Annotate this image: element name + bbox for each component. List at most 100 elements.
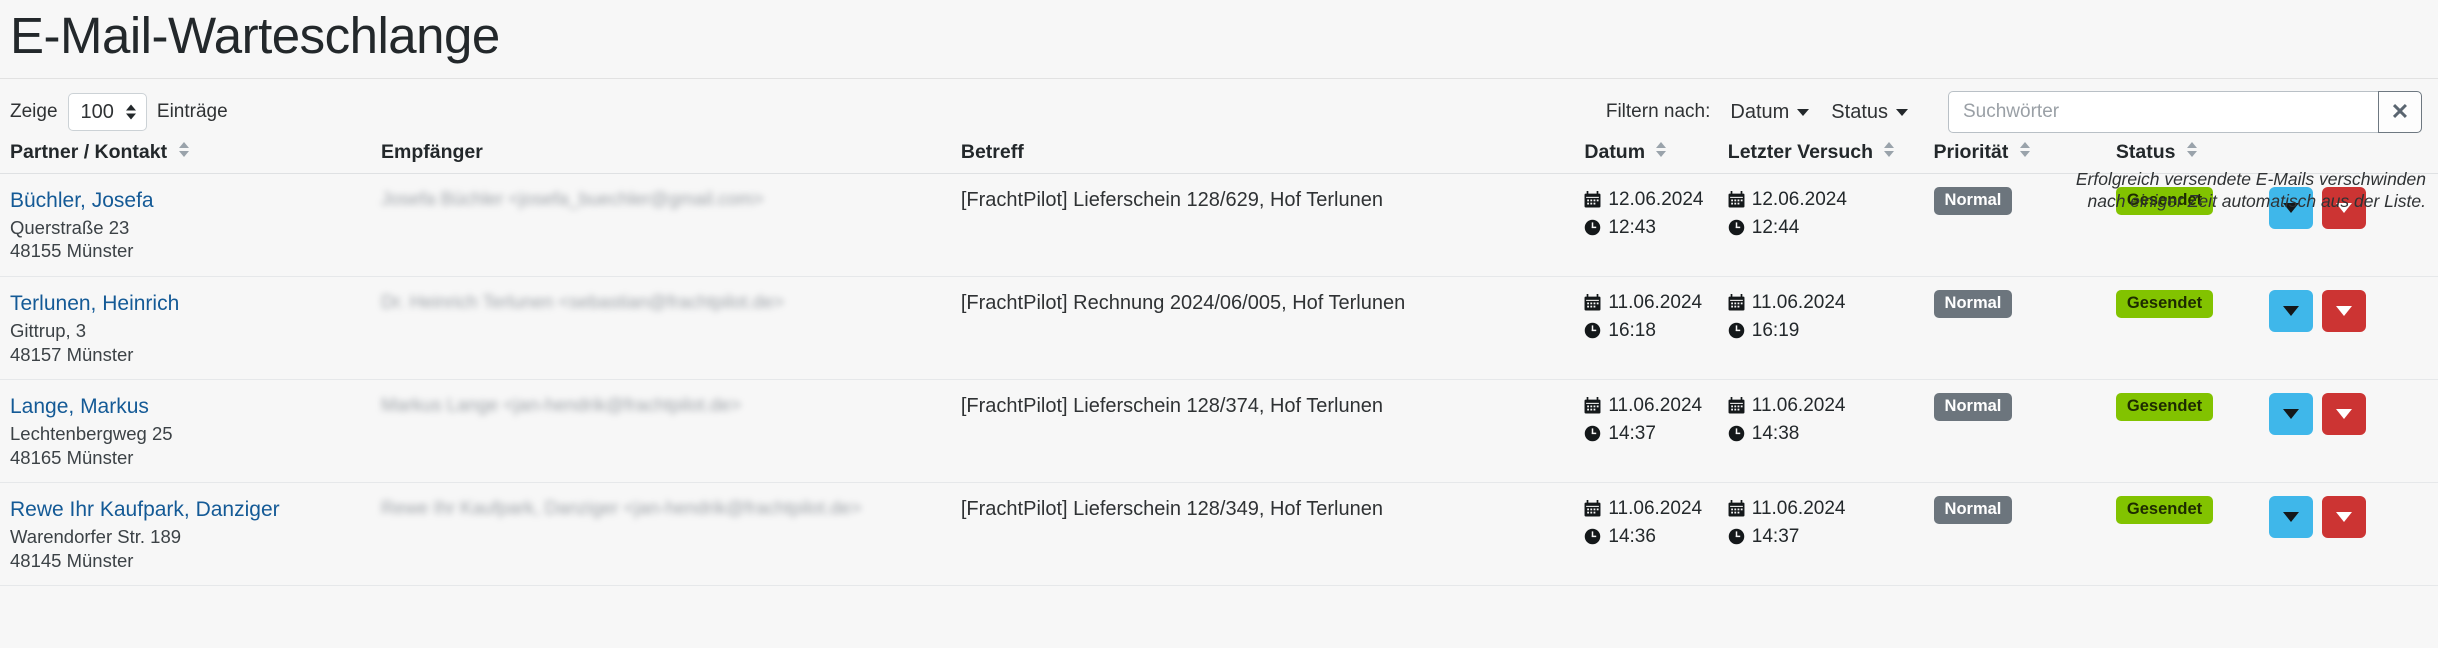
date-value: 11.06.2024 (1608, 292, 1703, 314)
time-value: 16:18 (1608, 320, 1656, 342)
filter-by-label: Filtern nach: (1605, 101, 1711, 123)
clock-icon (1584, 219, 1601, 236)
chevron-down-icon (2335, 512, 2352, 523)
cell-status: Gesendet (2105, 379, 2259, 484)
row-delete-dropdown-button[interactable] (2321, 393, 2366, 436)
recipient-address: Rewe Ihr Kaufpark, Danziger <jan-hendrik… (381, 497, 862, 519)
date-line: 12.06.2024 (1584, 187, 1711, 212)
date-value: 12.06.2024 (1608, 189, 1704, 211)
row-detail-dropdown-button[interactable] (2268, 290, 2313, 333)
contact-name-link[interactable]: Rewe Ihr Kaufpark, Danziger (10, 496, 365, 524)
col-header-partner[interactable]: Partner / Kontakt (0, 141, 371, 175)
page-title: E-Mail-Warteschlange (10, 7, 500, 64)
filter-date-dropdown[interactable]: Datum (1728, 99, 1811, 126)
cell-status: Gesendet (2105, 276, 2259, 381)
cell-recipient: Markus Lange <jan-hendrik@frachtpilot.de… (371, 379, 951, 484)
col-header-last-attempt[interactable]: Letzter Versuch (1717, 141, 1924, 175)
contact-city: 48145 Münster (10, 549, 134, 571)
status-badge: Gesendet (2115, 393, 2214, 421)
row-delete-dropdown-button[interactable] (2321, 290, 2366, 333)
last-time-value: 16:19 (1751, 320, 1800, 342)
table-controls: Zeige 100 Einträge Filtern nach: Datum S… (0, 79, 2438, 141)
priority-badge: Normal (1933, 496, 2013, 524)
contact-name-link[interactable]: Terlunen, Heinrich (10, 290, 365, 318)
last-time-line: 14:38 (1728, 421, 1918, 446)
search-input[interactable] (1948, 91, 2378, 134)
recipient-address: Markus Lange <jan-hendrik@frachtpilot.de… (381, 394, 742, 416)
table-row: Lange, Markus Lechtenbergweg 25 48165 Mü… (0, 379, 2438, 484)
calendar-icon (1728, 397, 1745, 414)
col-header-date-label: Datum (1584, 141, 1646, 164)
col-header-partner-label: Partner / Kontakt (10, 141, 168, 164)
stepper-arrows-icon (125, 104, 136, 120)
date-line: 11.06.2024 (1584, 496, 1711, 521)
last-date-value: 11.06.2024 (1751, 395, 1846, 417)
cell-last-attempt: 11.06.2024 14:38 (1717, 379, 1924, 484)
cell-partner: Terlunen, Heinrich Gittrup, 3 48157 Müns… (0, 276, 371, 381)
email-subject: [FrachtPilot] Rechnung 2024/06/005, Hof … (960, 292, 1406, 315)
chevron-down-icon (2282, 306, 2299, 317)
last-date-value: 11.06.2024 (1751, 498, 1846, 520)
contact-street: Querstraße 23 (10, 216, 130, 238)
entries-label: Einträge (156, 101, 228, 123)
cell-last-attempt: 11.06.2024 14:37 (1717, 482, 1924, 587)
last-time-line: 16:19 (1728, 318, 1918, 343)
date-value: 11.06.2024 (1608, 498, 1703, 520)
col-header-priority-label: Priorität (1933, 141, 2009, 164)
priority-badge: Normal (1933, 187, 2013, 215)
show-label: Zeige (10, 101, 58, 123)
contact-street: Lechtenbergweg 25 (10, 422, 173, 444)
cell-partner: Rewe Ihr Kaufpark, Danziger Warendorfer … (0, 482, 371, 587)
cell-subject: [FrachtPilot] Lieferschein 128/374, Hof … (950, 379, 1575, 484)
clock-icon (1728, 219, 1745, 236)
date-line: 11.06.2024 (1584, 290, 1711, 315)
clock-icon (1728, 322, 1745, 339)
email-queue-page: E-Mail-Warteschlange Zeige 100 Einträge … (0, 0, 2438, 648)
last-date-value: 12.06.2024 (1751, 189, 1847, 211)
calendar-icon (1584, 294, 1601, 311)
cell-status: Gesendet (2105, 482, 2259, 587)
calendar-icon (1584, 500, 1601, 517)
chevron-down-icon (2282, 409, 2299, 420)
last-date-value: 11.06.2024 (1751, 292, 1846, 314)
sort-icon (2186, 142, 2197, 158)
contact-city: 48155 Münster (10, 240, 134, 262)
row-actions (2268, 496, 2432, 539)
row-detail-dropdown-button[interactable] (2268, 393, 2313, 436)
clock-icon (1728, 528, 1745, 545)
clock-icon (1584, 425, 1601, 442)
sort-icon (1884, 142, 1895, 158)
last-date-line: 11.06.2024 (1728, 393, 1918, 418)
calendar-icon (1584, 191, 1601, 208)
clear-search-button[interactable]: ✕ (2378, 91, 2422, 134)
page-length-control: Zeige 100 Einträge (10, 93, 228, 132)
table-body: Büchler, Josefa Querstraße 23 48155 Müns… (0, 173, 2438, 587)
contact-street: Gittrup, 3 (10, 319, 87, 341)
row-detail-dropdown-button[interactable] (2268, 496, 2313, 539)
row-actions (2268, 290, 2432, 333)
email-subject: [FrachtPilot] Lieferschein 128/374, Hof … (960, 395, 1383, 418)
last-date-line: 12.06.2024 (1728, 187, 1918, 212)
chevron-down-icon (2335, 409, 2352, 420)
table-row: Terlunen, Heinrich Gittrup, 3 48157 Müns… (0, 276, 2438, 381)
cell-date: 12.06.2024 12:43 (1574, 173, 1718, 278)
queue-auto-remove-note: Erfolgreich versendete E-Mails verschwin… (2075, 169, 2426, 212)
priority-badge: Normal (1933, 393, 2013, 421)
chevron-down-icon (1896, 108, 1908, 116)
last-time-line: 12:44 (1728, 215, 1918, 240)
last-time-value: 14:38 (1751, 423, 1800, 445)
row-delete-dropdown-button[interactable] (2321, 496, 2366, 539)
contact-name-link[interactable]: Lange, Markus (10, 393, 365, 421)
col-header-subject: Betreff (950, 141, 1575, 175)
filter-status-dropdown[interactable]: Status (1829, 99, 1910, 126)
page-length-select[interactable]: 100 (67, 93, 147, 132)
clock-icon (1728, 425, 1745, 442)
filter-status-label: Status (1831, 100, 1888, 123)
col-header-date[interactable]: Datum (1574, 141, 1718, 175)
calendar-icon (1584, 397, 1601, 414)
time-value: 14:36 (1608, 526, 1656, 548)
recipient-address: Dr. Heinrich Terlunen <sebastian@frachtp… (381, 291, 785, 313)
last-time-value: 12:44 (1751, 217, 1800, 239)
contact-name-link[interactable]: Büchler, Josefa (10, 187, 365, 215)
page-header: E-Mail-Warteschlange (0, 0, 2438, 80)
